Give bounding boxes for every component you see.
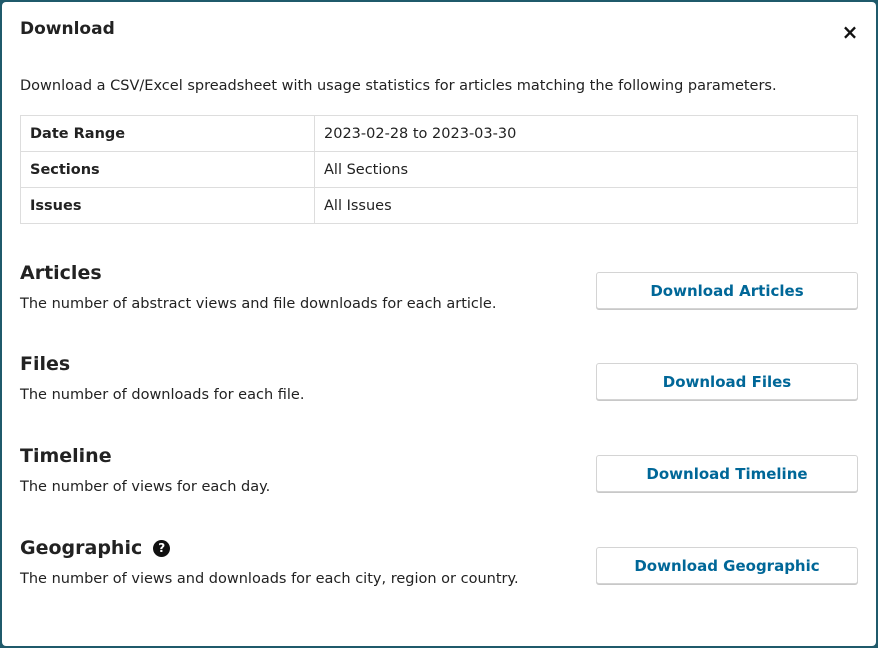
report-description: The number of views and downloads for ea…: [20, 571, 519, 587]
param-label: Sections: [20, 151, 315, 188]
close-icon[interactable]: ×: [838, 20, 862, 44]
report-title: Geographic ?: [20, 537, 171, 559]
download-geographic-button[interactable]: Download Geographic: [596, 547, 858, 584]
intro-text: Download a CSV/Excel spreadsheet with us…: [20, 78, 777, 94]
param-label: Issues: [20, 187, 315, 224]
table-row: Date Range 2023-02-28 to 2023-03-30: [20, 115, 858, 152]
param-value: All Sections: [314, 151, 858, 188]
report-articles: Articles The number of abstract views an…: [20, 262, 858, 322]
download-timeline-button[interactable]: Download Timeline: [596, 455, 858, 492]
report-title: Files: [20, 353, 71, 375]
report-timeline: Timeline The number of views for each da…: [20, 445, 858, 505]
param-value: All Issues: [314, 187, 858, 224]
table-row: Sections All Sections: [20, 151, 858, 188]
report-description: The number of abstract views and file do…: [20, 296, 497, 312]
param-value: 2023-02-28 to 2023-03-30: [314, 115, 858, 152]
report-description: The number of views for each day.: [20, 479, 271, 495]
download-articles-button[interactable]: Download Articles: [596, 272, 858, 309]
modal-header: Download ×: [2, 2, 876, 62]
report-title: Timeline: [20, 445, 112, 467]
table-row: Issues All Issues: [20, 187, 858, 224]
download-modal: Download × Download a CSV/Excel spreadsh…: [2, 2, 876, 646]
modal-title: Download: [20, 19, 115, 39]
report-geographic: Geographic ? The number of views and dow…: [20, 537, 858, 597]
report-title: Articles: [20, 262, 102, 284]
report-files: Files The number of downloads for each f…: [20, 353, 858, 413]
param-label: Date Range: [20, 115, 315, 152]
question-circle-icon[interactable]: ?: [153, 539, 171, 557]
download-files-button[interactable]: Download Files: [596, 363, 858, 400]
report-description: The number of downloads for each file.: [20, 387, 305, 403]
parameters-table: Date Range 2023-02-28 to 2023-03-30 Sect…: [20, 115, 858, 224]
